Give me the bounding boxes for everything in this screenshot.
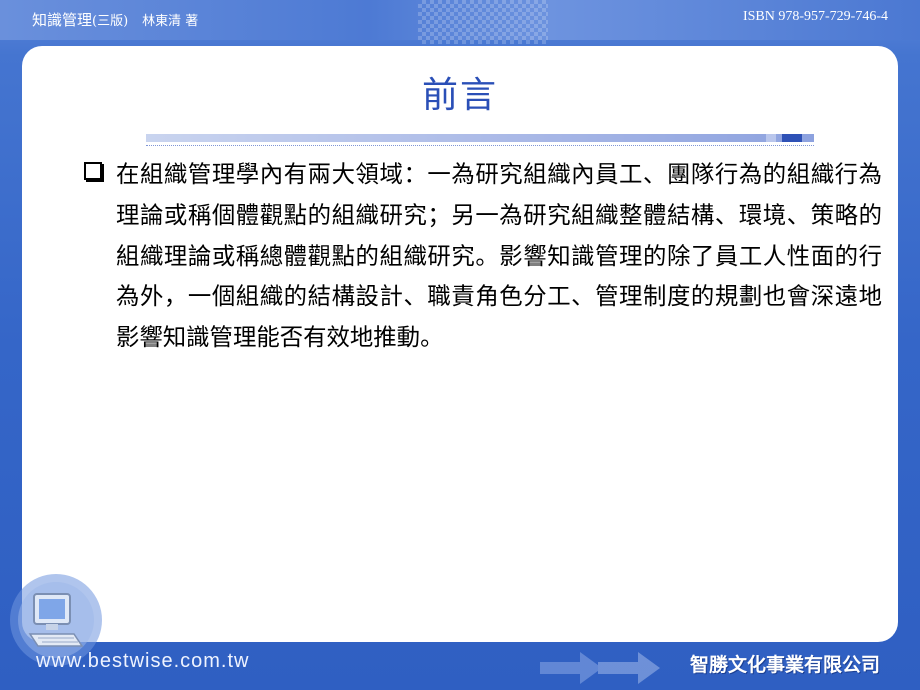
header-book-info: 知識管理(三版) 林東清 著 xyxy=(32,9,198,30)
isbn: ISBN 978-957-729-746-4 xyxy=(742,9,888,24)
book-edition: (三版) xyxy=(92,14,129,29)
book-author: 林東清 著 xyxy=(142,14,199,29)
title-dotted-line xyxy=(146,145,814,146)
checkbox-square-icon xyxy=(84,162,102,180)
footer-url: www.bestwise.com.tw xyxy=(36,650,250,672)
slide-title: 前言 xyxy=(421,75,498,116)
book-title: 知識管理 xyxy=(32,11,93,29)
arrow-right-icon xyxy=(540,652,660,684)
bullet-paragraph: 在組織管理學內有兩大領域：一為研究組織內員工、團隊行為的組織行為理論或稱個體觀點… xyxy=(116,160,882,352)
title-rule-squares xyxy=(766,134,814,142)
title-rule xyxy=(146,134,814,142)
footer-company: 智勝文化事業有限公司 xyxy=(689,654,880,676)
checker-pattern xyxy=(418,0,548,44)
